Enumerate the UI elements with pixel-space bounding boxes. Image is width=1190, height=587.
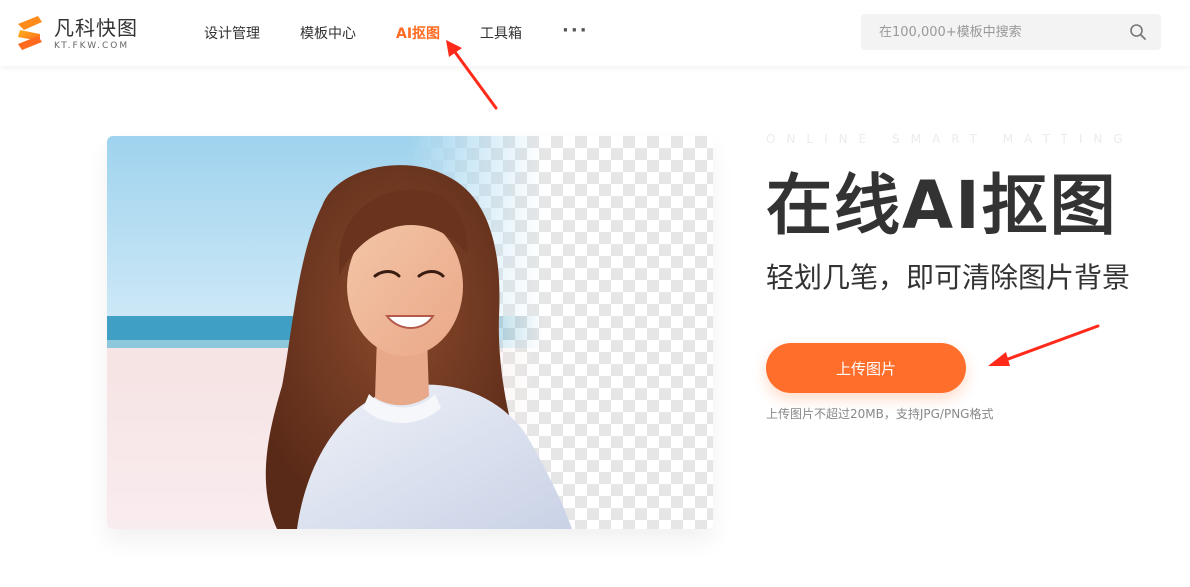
upload-image-button[interactable]: 上传图片 (766, 343, 966, 393)
nav-item-template-center[interactable]: 模板中心 (300, 23, 356, 43)
nav-item-ai-matting[interactable]: AI抠图 (396, 23, 440, 43)
top-header: 凡科快图 KT.FKW.COM 设计管理 模板中心 AI抠图 工具箱 ··· (0, 0, 1190, 66)
logo-domain: KT.FKW.COM (54, 40, 130, 51)
logo-name: 凡科快图 (54, 15, 138, 40)
matting-demo-image (107, 136, 713, 529)
logo-s-icon (18, 16, 42, 50)
page-subtitle: 轻划几笔，即可清除图片背景 (766, 261, 1131, 294)
annotation-arrow-upload (988, 324, 1100, 366)
page-title: 在线AI抠图 (766, 167, 1118, 244)
upload-hint: 上传图片不超过20MB，支持JPG/PNG格式 (766, 407, 994, 421)
site-logo[interactable]: 凡科快图 KT.FKW.COM (14, 12, 164, 54)
portrait-photo (107, 136, 713, 529)
nav-item-design-management[interactable]: 设计管理 (204, 23, 260, 43)
search-input[interactable] (861, 14, 1111, 50)
nav-item-toolbox[interactable]: 工具箱 (480, 23, 522, 43)
main-nav: 设计管理 模板中心 AI抠图 工具箱 ··· (204, 0, 589, 66)
more-dots-icon[interactable]: ··· (562, 20, 589, 41)
search-box (861, 14, 1161, 50)
hero-eyebrow: ONLINE SMART MATTING (766, 132, 1134, 146)
search-icon[interactable] (1129, 23, 1147, 41)
